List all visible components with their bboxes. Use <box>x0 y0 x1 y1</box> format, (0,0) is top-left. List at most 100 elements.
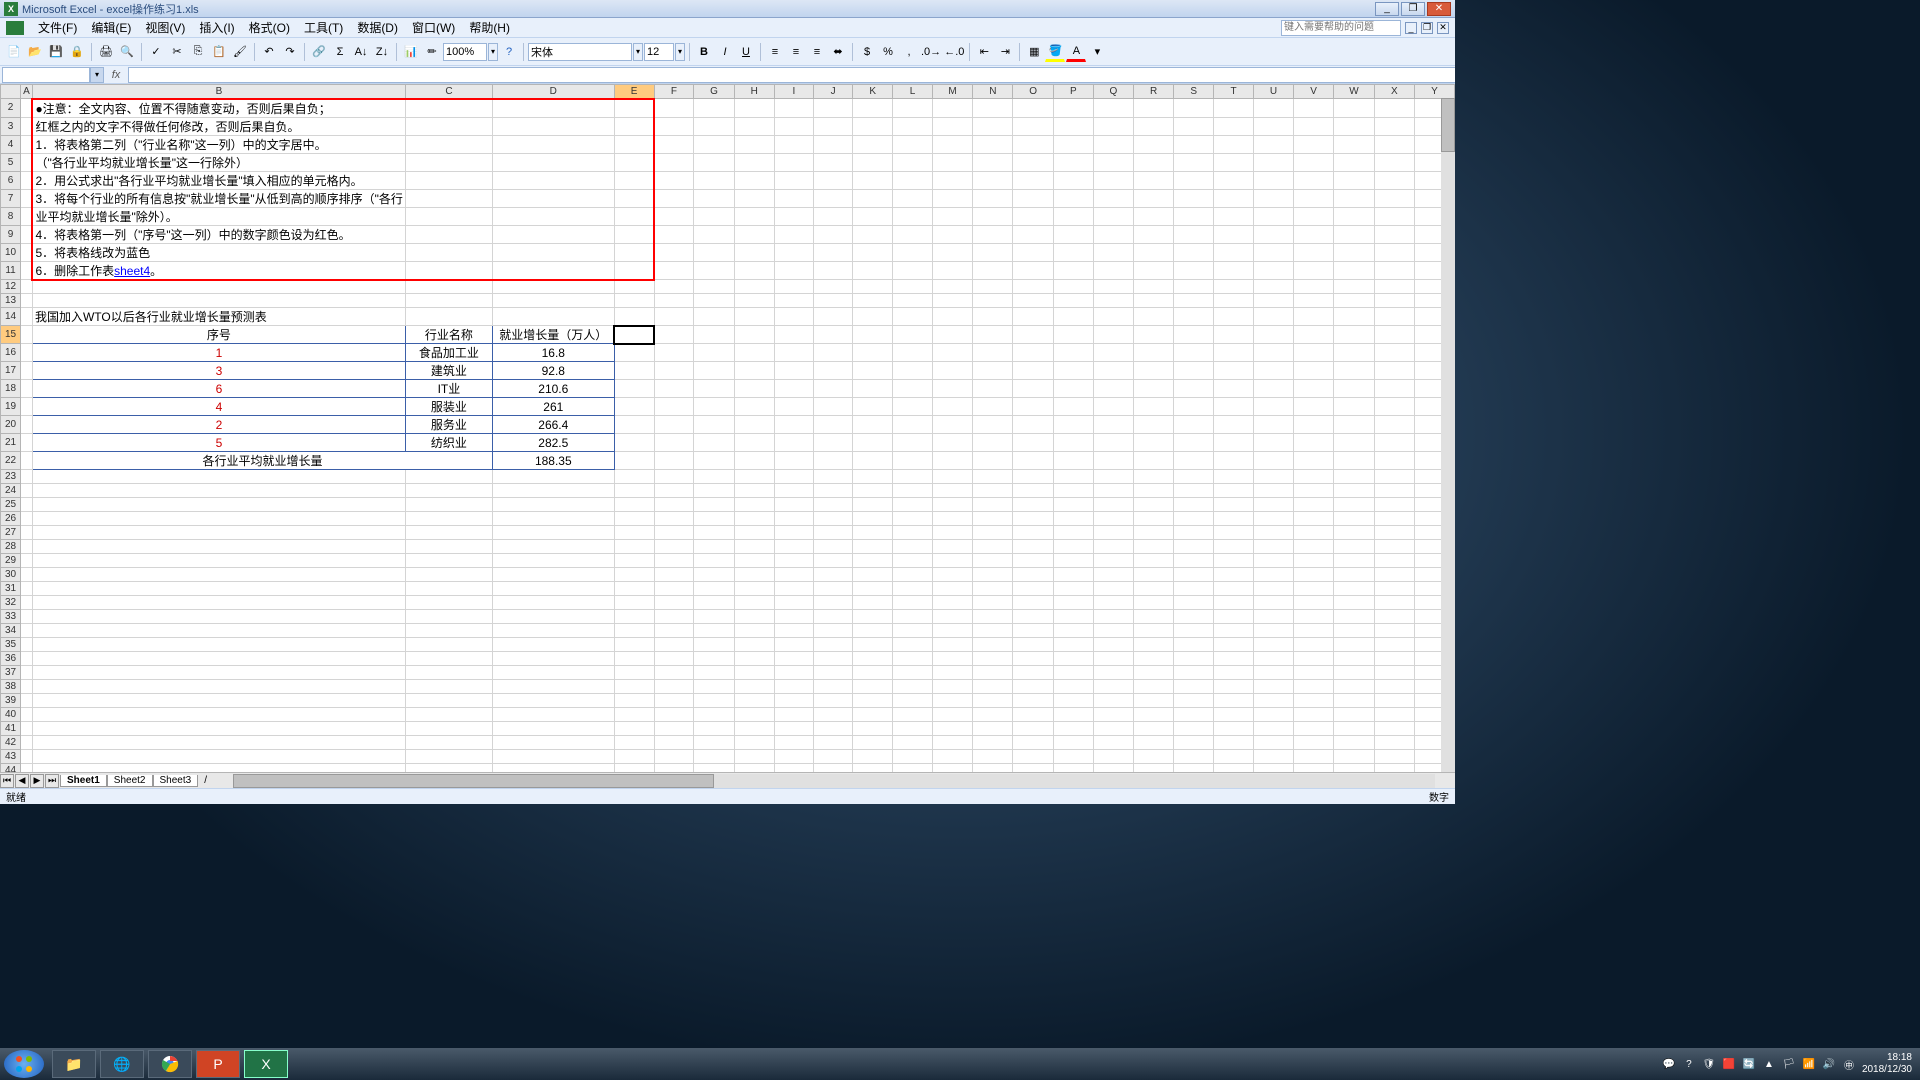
cell-I42[interactable] <box>774 736 813 750</box>
cell-V36[interactable] <box>1294 652 1334 666</box>
cell-U30[interactable] <box>1253 568 1293 582</box>
cell-S2[interactable] <box>1174 99 1214 118</box>
row-header-36[interactable]: 36 <box>1 652 21 666</box>
cell-V35[interactable] <box>1294 638 1334 652</box>
cell-S13[interactable] <box>1174 294 1214 308</box>
cell-D40[interactable] <box>492 708 614 722</box>
cell-W20[interactable] <box>1334 416 1375 434</box>
cell-M20[interactable] <box>932 416 973 434</box>
cell-A17[interactable] <box>21 362 33 380</box>
cell-A2[interactable] <box>21 99 33 118</box>
underline-button[interactable]: U <box>736 42 756 62</box>
cell-B32[interactable] <box>32 596 405 610</box>
cell-A35[interactable] <box>21 638 33 652</box>
cell-V39[interactable] <box>1294 694 1334 708</box>
cell-I43[interactable] <box>774 750 813 764</box>
cell-E22[interactable] <box>614 452 654 470</box>
cell-J7[interactable] <box>813 189 852 207</box>
cell-B12[interactable] <box>32 280 405 294</box>
cell-S23[interactable] <box>1174 470 1214 484</box>
cell-R6[interactable] <box>1134 171 1174 189</box>
font-input[interactable] <box>528 43 632 61</box>
cell-W25[interactable] <box>1334 498 1375 512</box>
row-header-38[interactable]: 38 <box>1 680 21 694</box>
name-box-dropdown[interactable]: ▾ <box>90 67 104 83</box>
cell-G41[interactable] <box>694 722 734 736</box>
cell-F19[interactable] <box>654 398 694 416</box>
row-header-2[interactable]: 2 <box>1 99 21 118</box>
cell-B44[interactable] <box>32 764 405 773</box>
cell-E12[interactable] <box>614 280 654 294</box>
cell-L31[interactable] <box>893 582 933 596</box>
cell-I15[interactable] <box>774 326 813 344</box>
cell-F20[interactable] <box>654 416 694 434</box>
cell-L14[interactable] <box>893 308 933 326</box>
cell-T18[interactable] <box>1214 380 1254 398</box>
cell-H22[interactable] <box>734 452 774 470</box>
cell-F26[interactable] <box>654 512 694 526</box>
cell-W17[interactable] <box>1334 362 1375 380</box>
cell-P31[interactable] <box>1053 582 1093 596</box>
cell-F41[interactable] <box>654 722 694 736</box>
cell-G39[interactable] <box>694 694 734 708</box>
cell-R29[interactable] <box>1134 554 1174 568</box>
row-header-29[interactable]: 29 <box>1 554 21 568</box>
cell-O28[interactable] <box>1013 540 1053 554</box>
cell-D16[interactable]: 16.8 <box>492 344 614 362</box>
cell-H13[interactable] <box>734 294 774 308</box>
cell-H31[interactable] <box>734 582 774 596</box>
cell-X11[interactable] <box>1374 261 1414 280</box>
cell-Q28[interactable] <box>1093 540 1133 554</box>
cell-B41[interactable] <box>32 722 405 736</box>
cell-O34[interactable] <box>1013 624 1053 638</box>
cell-F34[interactable] <box>654 624 694 638</box>
sheet-tab-Sheet1[interactable]: Sheet1 <box>60 775 107 787</box>
cell-P7[interactable] <box>1053 189 1093 207</box>
cell-C4[interactable] <box>405 135 492 153</box>
cell-Q8[interactable] <box>1093 207 1133 225</box>
cell-V40[interactable] <box>1294 708 1334 722</box>
cell-V26[interactable] <box>1294 512 1334 526</box>
cell-W43[interactable] <box>1334 750 1375 764</box>
cell-M7[interactable] <box>932 189 973 207</box>
cell-R7[interactable] <box>1134 189 1174 207</box>
cell-Q13[interactable] <box>1093 294 1133 308</box>
cell-E15[interactable] <box>614 326 654 344</box>
cell-C37[interactable] <box>405 666 492 680</box>
cell-H10[interactable] <box>734 243 774 261</box>
cell-H43[interactable] <box>734 750 774 764</box>
cell-D24[interactable] <box>492 484 614 498</box>
cell-D29[interactable] <box>492 554 614 568</box>
cell-F4[interactable] <box>654 135 694 153</box>
cell-E35[interactable] <box>614 638 654 652</box>
cell-C40[interactable] <box>405 708 492 722</box>
cell-E39[interactable] <box>614 694 654 708</box>
cell-U34[interactable] <box>1253 624 1293 638</box>
cell-H3[interactable] <box>734 117 774 135</box>
cell-V2[interactable] <box>1294 99 1334 118</box>
copy-button[interactable]: ⎘ <box>188 42 208 62</box>
cell-H18[interactable] <box>734 380 774 398</box>
cell-T2[interactable] <box>1214 99 1254 118</box>
cell-E3[interactable] <box>614 117 654 135</box>
cell-T44[interactable] <box>1214 764 1254 773</box>
cell-J43[interactable] <box>813 750 852 764</box>
cell-G19[interactable] <box>694 398 734 416</box>
cell-P36[interactable] <box>1053 652 1093 666</box>
undo-button[interactable]: ↶ <box>259 42 279 62</box>
cell-A36[interactable] <box>21 652 33 666</box>
cell-I5[interactable] <box>774 153 813 171</box>
row-header-27[interactable]: 27 <box>1 526 21 540</box>
cell-E44[interactable] <box>614 764 654 773</box>
cell-X22[interactable] <box>1374 452 1414 470</box>
minimize-button[interactable]: _ <box>1375 2 1399 16</box>
cell-W21[interactable] <box>1334 434 1375 452</box>
cell-K25[interactable] <box>853 498 893 512</box>
cell-I38[interactable] <box>774 680 813 694</box>
cell-F36[interactable] <box>654 652 694 666</box>
cell-R14[interactable] <box>1134 308 1174 326</box>
cell-E32[interactable] <box>614 596 654 610</box>
cell-G24[interactable] <box>694 484 734 498</box>
col-header-U[interactable]: U <box>1253 85 1293 99</box>
cut-button[interactable]: ✂ <box>167 42 187 62</box>
